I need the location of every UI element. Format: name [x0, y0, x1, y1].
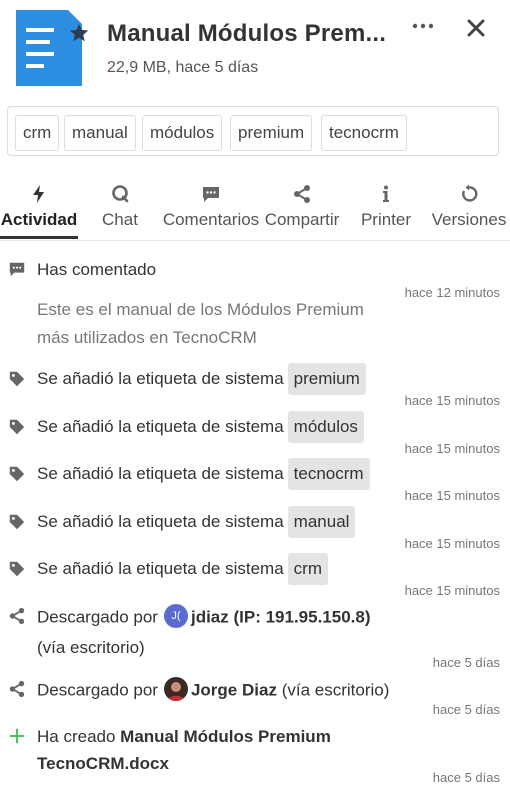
tab-chat[interactable]: Chat — [92, 178, 148, 240]
activity-time: hace 15 minutos — [404, 393, 500, 408]
activity-time: hace 5 días — [432, 770, 500, 785]
activity-time: hace 15 minutos — [404, 488, 500, 503]
activity-time: hace 5 días — [432, 702, 500, 717]
comment-line: más utilizados en TecnoCRM — [37, 328, 257, 347]
more-options-button[interactable] — [410, 16, 436, 36]
tab-label: Printer — [360, 210, 412, 229]
tag-icon — [9, 371, 25, 387]
file-meta: 22,9 MB, hace 5 días — [107, 59, 259, 76]
tag-chip[interactable]: manual — [64, 115, 136, 151]
tab-label: Chat — [102, 210, 138, 229]
tag-icon — [9, 419, 25, 435]
activity-text: Descargado por Jorge Diaz (vía escritorio… — [37, 677, 390, 703]
activity-label: Descargado por — [37, 680, 158, 700]
tab-label: Compartir — [264, 210, 340, 229]
tag-chip[interactable]: módulos — [142, 115, 223, 151]
activity-suffix: (vía escritorio) — [37, 638, 145, 657]
activity-label: Se añadió la etiqueta de sistema — [37, 512, 284, 531]
activity-text: Se añadió la etiqueta de sistema módulos — [37, 411, 364, 443]
tab-label: Actividad — [0, 210, 78, 229]
activity-suffix: (vía escritorio) — [281, 680, 390, 700]
tab-actividad[interactable]: Actividad — [0, 178, 78, 240]
close-icon — [467, 19, 485, 37]
activity-label: Se añadió la etiqueta de sistema — [37, 417, 284, 436]
share-icon — [294, 185, 310, 203]
activity-time: hace 15 minutos — [404, 583, 500, 598]
avatar[interactable]: J( — [163, 604, 188, 628]
tab-comentarios[interactable]: Comentarios — [160, 178, 262, 240]
activity-label: Se añadió la etiqueta de sistema — [37, 369, 284, 388]
activity-tag-added: Se añadió la etiqueta de sistema manual h… — [0, 506, 510, 551]
avatar[interactable] — [163, 677, 188, 701]
plus-icon — [9, 728, 25, 744]
activity-label: Descargado por — [37, 607, 158, 627]
activity-created: Ha creado Manual Módulos Premium TecnoCR… — [0, 725, 510, 789]
activity-label: Has comentado — [37, 260, 157, 279]
activity-text: Se añadió la etiqueta de sistema crm — [37, 553, 328, 585]
tab-bar: Actividad Chat Comentarios Compartir Pri… — [0, 178, 510, 241]
tag-pill[interactable]: crm — [287, 553, 328, 585]
tag-chip[interactable]: tecnocrm — [321, 115, 407, 151]
tab-label: Versiones — [431, 210, 507, 229]
activity-label: Se añadió la etiqueta de sistema — [37, 559, 284, 578]
activity-tag-added: Se añadió la etiqueta de sistema premium … — [0, 363, 510, 408]
info-icon — [383, 185, 389, 202]
tab-compartir[interactable]: Compartir — [263, 178, 341, 240]
activity-label: Se añadió la etiqueta de sistema — [37, 464, 284, 483]
activity-comment: Has comentado hace 12 minutos Este es el… — [0, 258, 510, 354]
comment-line: Este es el manual de los Módulos Premium — [37, 300, 364, 319]
tags-field[interactable]: crm manual módulos premium tecnocrm — [7, 106, 499, 156]
tab-versiones[interactable]: Versiones — [430, 178, 508, 240]
active-tab-indicator — [0, 236, 78, 239]
activity-tag-added: Se añadió la etiqueta de sistema crm hace… — [0, 553, 510, 598]
activity-text: Se añadió la etiqueta de sistema manual — [37, 506, 356, 538]
close-button[interactable] — [465, 15, 489, 41]
activity-tag-added: Se añadió la etiqueta de sistema tecnocrm… — [0, 458, 510, 503]
file-header: Manual Módulos Prem... 22,9 MB, hace 5 d… — [0, 0, 510, 100]
activity-time: hace 12 minutos — [404, 285, 500, 300]
file-link[interactable]: TecnoCRM.docx — [37, 754, 169, 774]
activity-download: Descargado por J(jdiaz (IP: 191.95.150.8)… — [0, 604, 510, 672]
file-title: Manual Módulos Prem... — [107, 20, 387, 47]
tag-chip[interactable]: crm — [15, 115, 60, 151]
tab-printer[interactable]: Printer — [356, 178, 416, 240]
activity-time: hace 5 días — [432, 655, 500, 670]
activity-time: hace 15 minutos — [404, 441, 500, 456]
tag-chip[interactable]: premium — [230, 115, 313, 151]
tab-label: Comentarios — [162, 210, 260, 229]
history-icon — [462, 184, 478, 202]
user-photo-icon — [166, 682, 185, 701]
tag-pill[interactable]: premium — [287, 363, 366, 395]
share-icon — [9, 607, 25, 625]
star-icon[interactable] — [68, 22, 90, 44]
activity-time: hace 15 minutos — [404, 536, 500, 551]
activity-text: Descargado por J(jdiaz (IP: 191.95.150.8) — [37, 604, 371, 630]
user-name[interactable]: Jorge Diaz — [191, 680, 277, 699]
activity-text: Se añadió la etiqueta de sistema premium — [37, 363, 366, 395]
tag-pill[interactable]: manual — [287, 506, 356, 538]
tag-icon — [9, 466, 25, 482]
share-icon — [9, 680, 25, 698]
user-name[interactable]: jdiaz (IP: 191.95.150.8) — [191, 607, 371, 626]
chat-icon — [112, 185, 129, 203]
activity-label: Ha creado — [37, 727, 116, 746]
more-dots-icon — [412, 23, 434, 29]
tag-pill[interactable]: tecnocrm — [287, 458, 370, 490]
comment-icon — [9, 262, 25, 277]
comment-icon — [203, 187, 219, 202]
tag-icon — [9, 561, 25, 577]
activity-text: Se añadió la etiqueta de sistema tecnocrm — [37, 458, 370, 490]
file-link[interactable]: Manual Módulos Premium — [120, 727, 331, 746]
activity-download: Descargado por Jorge Diaz (vía escritorio… — [0, 677, 510, 721]
activity-tag-added: Se añadió la etiqueta de sistema módulos … — [0, 411, 510, 456]
comment-body: Este es el manual de los Módulos Premium… — [37, 296, 364, 352]
bolt-icon — [33, 185, 44, 203]
tag-icon — [9, 514, 25, 530]
activity-text: Ha creado Manual Módulos Premium — [37, 727, 331, 747]
tag-pill[interactable]: módulos — [287, 411, 364, 443]
